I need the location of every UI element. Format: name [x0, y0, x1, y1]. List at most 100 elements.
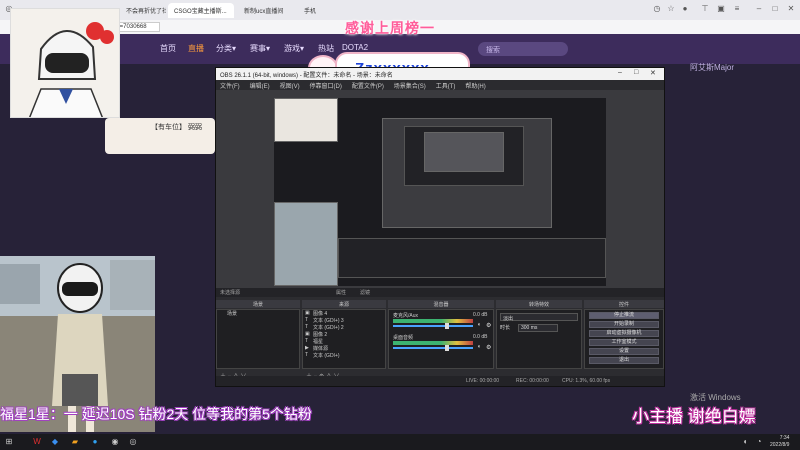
sources-panel: ▣ 图像 4 T 文本 (GDI+) 3 T 文本 (GDI+) 2 ▣ 图像 2 T福…	[302, 309, 386, 369]
mixer-volume-handle[interactable]	[445, 323, 449, 329]
browser-tab-4[interactable]: 手机	[298, 3, 328, 18]
text-source-icon: T	[305, 338, 309, 344]
nav-category[interactable]: 分类▾	[216, 43, 236, 54]
studio-mode-button[interactable]: 工作室模式	[589, 339, 659, 346]
app-icon[interactable]: ◆	[50, 437, 60, 447]
browser-tab-1[interactable]: 不会再折优了社直播间	[120, 3, 166, 18]
history-icon[interactable]: ◷	[652, 4, 662, 14]
menu-icon[interactable]: ≡	[732, 4, 742, 14]
mixer-channel-db: 0.0 dB	[473, 312, 488, 318]
settings-button[interactable]: 设置	[589, 348, 659, 355]
obs-dock-tabs: 未选择源 属性 滤镜	[216, 288, 664, 297]
obs-close-icon[interactable]: ✕	[650, 69, 656, 77]
controls-panel: 停止推流 开始录制 启动虚拟摄像机 工作室模式 设置 退出	[584, 309, 664, 369]
stop-streaming-button[interactable]: 停止推流	[589, 312, 659, 319]
menu-file[interactable]: 文件(F)	[220, 81, 240, 90]
obs-menu-bar: 文件(F) 编辑(E) 视图(V) 停靠窗口(D) 配置文件(P) 场景集合(S…	[216, 80, 664, 90]
network-icon[interactable]: ◔	[754, 437, 764, 447]
obs-taskbar-icon[interactable]: ◉	[110, 437, 120, 447]
source-item[interactable]: T 文本 (GDI+)	[303, 352, 385, 359]
clock-time: 7:34	[779, 435, 790, 441]
image-source-icon: ▣	[305, 331, 310, 337]
nav-home[interactable]: 首页	[160, 43, 176, 54]
volume-icon[interactable]: ◖	[740, 437, 750, 447]
maximize-icon[interactable]: □	[770, 4, 780, 14]
nav-events[interactable]: 赛事▾	[250, 43, 270, 54]
obs-title-text: OBS 26.1.1 (64-bit, windows) - 配置文件：未命名 …	[220, 73, 393, 79]
mixer-volume-slider[interactable]	[393, 347, 473, 349]
promo-card-title: 【有车位】 弼弼	[151, 124, 202, 131]
text-source-icon: T	[305, 317, 309, 323]
preview-camera-thumb	[274, 202, 338, 286]
gift-icon[interactable]: ▣	[716, 4, 726, 14]
nav-live[interactable]: 直播	[188, 43, 204, 54]
transition-type-select[interactable]: 淡出	[500, 313, 578, 322]
obs-window[interactable]: OBS 26.1.1 (64-bit, windows) - 配置文件：未命名 …	[215, 67, 665, 387]
dock-filters-tab[interactable]: 滤镜	[360, 289, 370, 296]
gear-icon[interactable]: ⚙	[486, 322, 491, 329]
source-item[interactable]: ▶ 媒体源	[303, 345, 385, 352]
transitions-panel: 淡出 时长 300 ms	[496, 309, 582, 369]
preview-nested-dock	[338, 238, 606, 278]
shirt-icon[interactable]: ⊤	[700, 4, 710, 14]
menu-help[interactable]: 帮助(H)	[465, 81, 485, 90]
browser-tab-3[interactable]: 新制ucx直播间	[238, 3, 292, 18]
controls-panel-header: 控件	[584, 300, 664, 308]
promo-banner-right[interactable]: 阿艾斯Major	[690, 62, 800, 86]
exit-button[interactable]: 退出	[589, 357, 659, 364]
obs-dock-area: 未选择源 属性 滤镜 场景 来源 混音器 转场特效 控件 场景 ▣ 图像 4 T文…	[216, 288, 664, 386]
close-icon[interactable]: ✕	[786, 4, 796, 14]
speaker-icon[interactable]: ◖	[477, 322, 481, 328]
promo-card-left[interactable]: 【有车位】 弼弼	[105, 118, 215, 154]
windows-start-icon[interactable]: ⊞	[4, 437, 14, 447]
dock-no-source-label: 未选择源	[220, 290, 241, 296]
menu-docks[interactable]: 停靠窗口(D)	[310, 81, 342, 90]
obs-maximize-icon[interactable]: □	[634, 69, 638, 76]
transition-duration-input[interactable]: 300 ms	[518, 324, 558, 332]
menu-view[interactable]: 视图(V)	[280, 81, 300, 90]
mixer-channel: 麦克风/Aux 0.0 dB ◖ ⚙	[389, 310, 493, 332]
overlay-caption-right: 小主播 谢绝白嫖	[632, 407, 756, 426]
menu-scene-collection[interactable]: 场景集合(S)	[394, 81, 426, 90]
folder-icon[interactable]: ▰	[70, 437, 80, 447]
favorites-icon[interactable]: ☆	[666, 4, 676, 14]
site-search-input[interactable]: 搜索	[478, 42, 568, 56]
speaker-icon[interactable]: ◖	[477, 344, 481, 350]
profile-icon[interactable]: ●	[680, 4, 690, 14]
source-item[interactable]: ▣ 图像 2	[303, 331, 385, 338]
app-taskbar-icon[interactable]: ◎	[128, 437, 138, 447]
mixer-volume-handle[interactable]	[445, 345, 449, 351]
mixer-panel: 麦克风/Aux 0.0 dB ◖ ⚙ 桌面音频 0.0 dB ◖ ⚙	[388, 309, 494, 369]
obs-title-bar[interactable]: OBS 26.1.1 (64-bit, windows) - 配置文件：未命名 …	[216, 68, 664, 80]
menu-edit[interactable]: 编辑(E)	[250, 81, 270, 90]
browser-tab-strip: ◎ 不会再折优了社直播间 CSGO宝藏主播斯... 新制ucx直播间 手机 ◷ …	[0, 0, 800, 20]
source-item[interactable]: T 文本 (GDI+) 3	[303, 317, 385, 324]
menu-tools[interactable]: 工具(T)	[436, 81, 456, 90]
source-item[interactable]: T 福星	[303, 338, 385, 345]
mixer-level-meter	[393, 319, 473, 323]
text-source-icon: T	[305, 324, 309, 330]
minimize-icon[interactable]: –	[754, 4, 764, 14]
source-item[interactable]: T 文本 (GDI+) 2	[303, 324, 385, 331]
browser-icon[interactable]: ●	[90, 437, 100, 447]
mixer-level-meter	[393, 341, 473, 345]
browser-tab-2[interactable]: CSGO宝藏主播斯...	[168, 3, 234, 18]
start-recording-button[interactable]: 开始录制	[589, 321, 659, 328]
obs-minimize-icon[interactable]: –	[618, 69, 622, 76]
system-clock[interactable]: 7:34 2022/8/9	[770, 435, 789, 449]
nav-games[interactable]: 游戏▾	[284, 43, 304, 54]
cpu-fps: CPU: 1.3%, 60.00 fps	[562, 378, 611, 384]
mixer-panel-header: 混音器	[388, 300, 494, 308]
start-virtual-camera-button[interactable]: 启动虚拟摄像机	[589, 330, 659, 337]
mixer-volume-slider[interactable]	[393, 325, 473, 327]
sources-panel-header: 来源	[302, 300, 386, 308]
scene-item[interactable]: 场景	[217, 310, 299, 317]
media-source-icon: ▶	[305, 345, 309, 351]
menu-profile[interactable]: 配置文件(P)	[352, 81, 384, 90]
gear-icon[interactable]: ⚙	[486, 344, 491, 351]
dock-properties-tab[interactable]: 属性	[336, 289, 346, 296]
wps-icon[interactable]: W	[32, 437, 42, 447]
obs-preview-canvas[interactable]	[274, 98, 606, 286]
source-item[interactable]: ▣ 图像 4	[303, 310, 385, 317]
streamer-avatar-sticker	[10, 8, 120, 118]
